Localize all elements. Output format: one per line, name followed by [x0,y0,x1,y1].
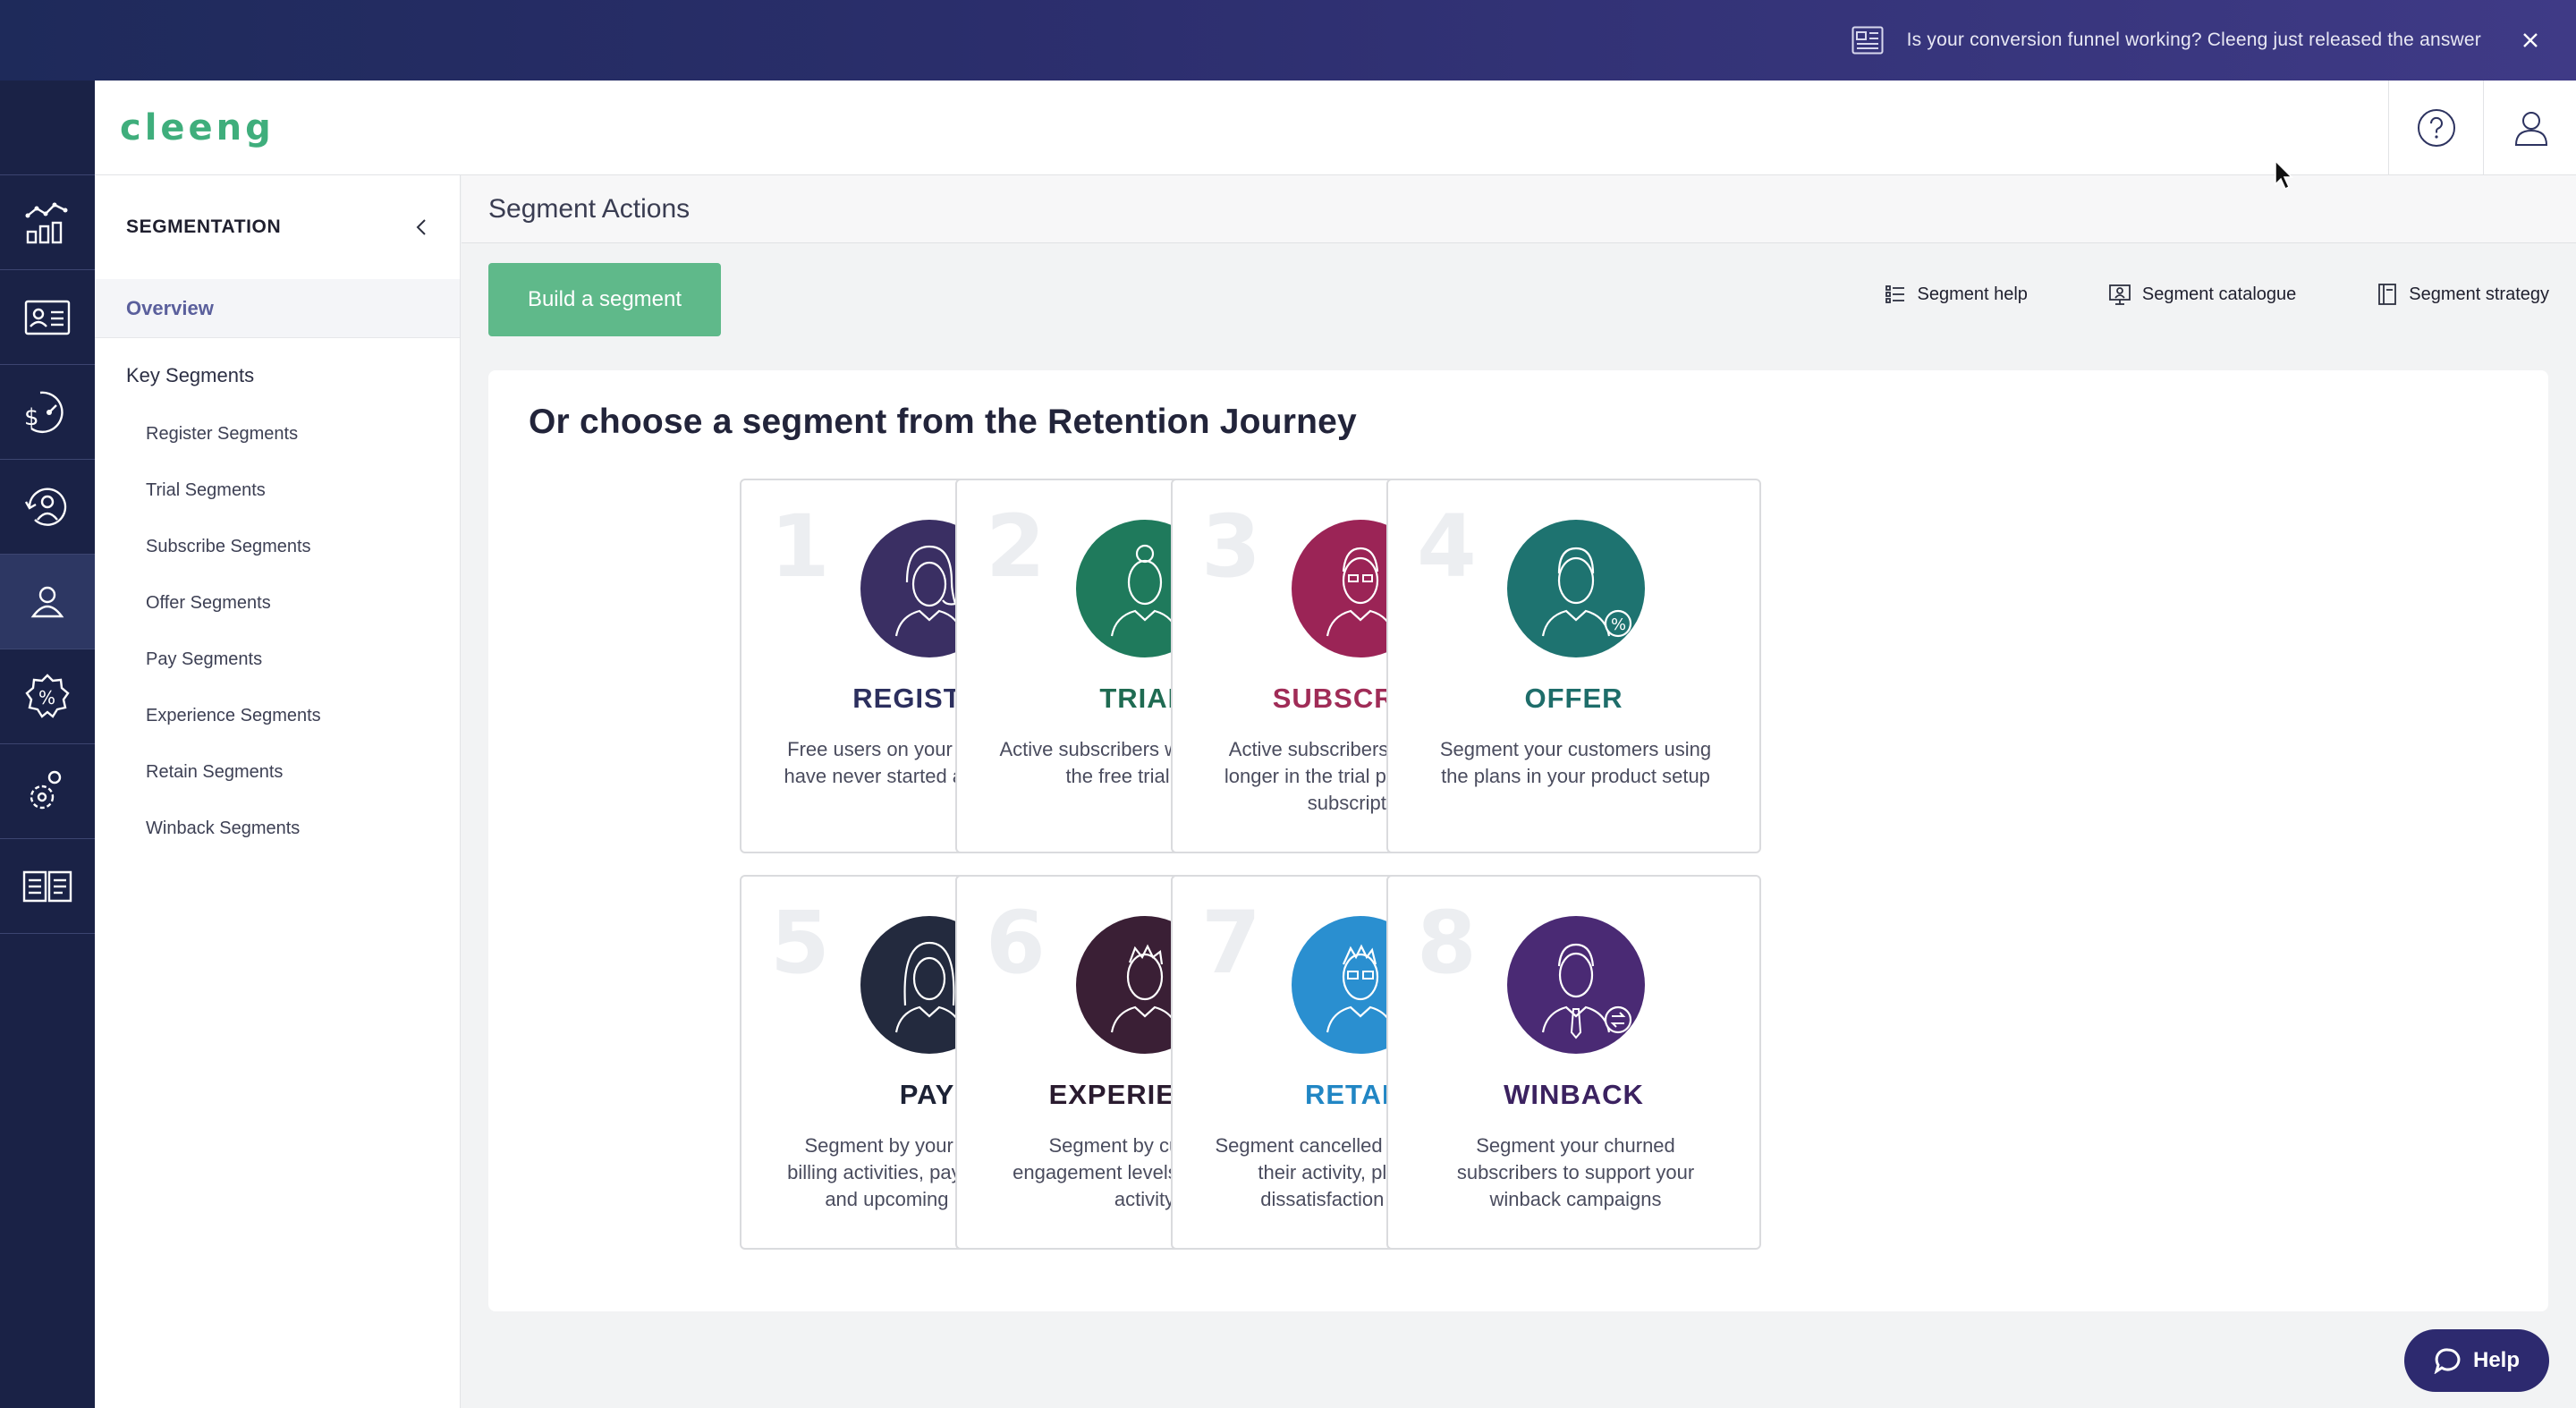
help-button[interactable] [2388,81,2483,175]
help-chat-label: Help [2472,1348,2520,1372]
primary-nav-rail: $ % [0,81,95,1408]
question-icon [2417,109,2455,147]
segment-catalogue-link[interactable]: Segment catalogue [2108,283,2296,306]
segment-card-winback[interactable]: 8 WINBACK Segment your churned subscribe… [1386,875,1761,1250]
journey-title: Or choose a segment from the Retention J… [529,403,1357,441]
subscribers-icon [24,300,71,335]
sidebar-title: SEGMENTATION [126,216,282,237]
segment-strategy-label: Segment strategy [2409,284,2549,304]
sidebar-item-retain[interactable]: Retain Segments [95,744,460,801]
page-title: Segment Actions [488,193,691,224]
cleeng-logo[interactable]: cleeng [120,107,275,148]
list-icon [1885,285,1905,303]
rail-item-settings[interactable] [0,744,95,839]
step-number: 6 [986,893,1046,993]
rail-item-docs[interactable] [0,839,95,934]
step-number: 1 [770,496,830,597]
rail-item-subscribers[interactable] [0,270,95,365]
build-segment-button[interactable]: Build a segment [488,263,721,336]
step-number: 2 [986,496,1046,597]
retention-journey-panel: Or choose a segment from the Retention J… [488,370,2548,1311]
close-icon[interactable] [2517,27,2544,54]
segment-help-link[interactable]: Segment help [1885,283,2028,306]
svg-text:%: % [1611,615,1626,634]
step-number: 5 [770,893,830,993]
rail-item-analytics[interactable] [0,175,95,270]
segment-help-label: Segment help [1917,284,2028,304]
sidebar-item-register[interactable]: Register Segments [95,406,460,462]
rail-item-retention[interactable] [0,460,95,555]
segment-card-offer[interactable]: 4 % OFFER Segment your customers using t… [1386,479,1761,853]
step-number: 3 [1201,496,1261,597]
card-description: Segment your churned subscribers to supp… [1456,1134,1695,1210]
docs-icon [22,870,72,902]
svg-text:%: % [38,687,55,708]
sidebar-section-key-segments[interactable]: Key Segments [95,358,460,394]
step-number: 4 [1417,496,1477,597]
sidebar-item-winback[interactable]: Winback Segments [95,801,460,857]
card-title: WINBACK [1504,1079,1644,1110]
chevron-left-icon[interactable] [408,214,435,241]
announcement-banner: Is your conversion funnel working? Cleen… [0,0,2576,81]
sidebar-item-experience[interactable]: Experience Segments [95,688,460,744]
page-title-bar: Segment Actions [462,175,2576,243]
app-header: cleeng [95,81,2576,175]
sidebar-header: SEGMENTATION [95,175,460,279]
analytics-icon [25,202,68,243]
presentation-icon [2109,284,2131,305]
card-title: OFFER [1524,683,1623,714]
man-percent-avatar-icon: % [1507,520,1645,657]
svg-text:$: $ [24,404,39,431]
card-description: Segment your customers using the plans i… [1439,738,1712,787]
help-chat-button[interactable]: Help [2404,1329,2549,1392]
notebook-icon [2378,284,2397,305]
user-menu-button[interactable] [2483,81,2576,175]
mouse-cursor-icon [2275,159,2293,191]
user-icon [2514,112,2547,146]
segments-icon [30,586,64,617]
segmentation-sidebar: SEGMENTATION Overview Key Segments Regis… [95,175,461,1408]
rail-item-revenue[interactable]: $ [0,365,95,460]
rail-item-offers[interactable]: % [0,649,95,744]
rail-spacer [0,81,95,175]
segment-links: Segment help Segment catalogue Segment s… [1804,283,2549,306]
segment-strategy-link[interactable]: Segment strategy [2377,283,2549,306]
newspaper-icon [1852,26,1884,55]
businessman-avatar-icon [1507,916,1645,1054]
settings-icon [30,770,62,809]
rail-item-segments[interactable] [0,555,95,649]
segment-catalogue-label: Segment catalogue [2141,284,2297,304]
step-number: 7 [1201,893,1261,993]
banner-link[interactable]: Is your conversion funnel working? Cleen… [1907,30,2481,51]
chat-bubble-icon [2434,1348,2461,1374]
sidebar-item-overview[interactable]: Overview [95,279,460,338]
sidebar-item-pay[interactable]: Pay Segments [95,632,460,688]
sidebar-item-offer[interactable]: Offer Segments [95,575,460,632]
revenue-icon: $ [24,391,64,433]
retention-icon [24,488,67,526]
step-number: 8 [1417,893,1477,993]
sidebar-item-trial[interactable]: Trial Segments [95,462,460,519]
sidebar-item-subscribe[interactable]: Subscribe Segments [95,519,460,575]
offers-icon: % [25,673,70,718]
